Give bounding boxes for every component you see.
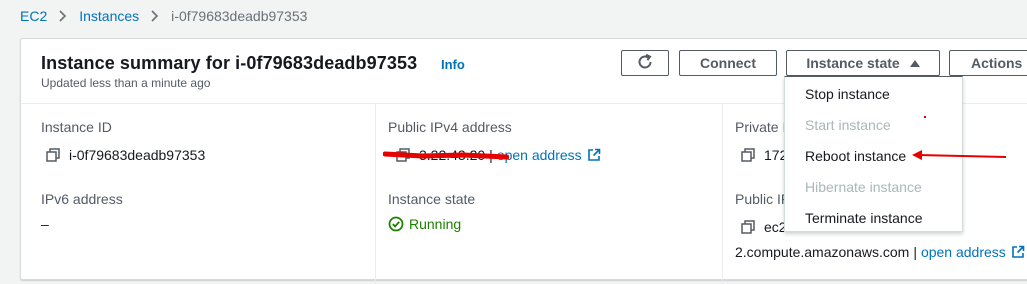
instance-id-label: Instance ID: [41, 119, 112, 135]
public-dns-label: Public IF: [735, 191, 790, 207]
chevron-right-icon: [151, 10, 159, 22]
copy-icon[interactable]: [741, 220, 755, 234]
updated-text: Updated less than a minute ago: [41, 76, 211, 90]
menu-item-terminate-instance[interactable]: Terminate instance: [805, 210, 923, 226]
page-title: Instance summary for i-0f79683deadb97353: [41, 53, 418, 73]
column-divider: [722, 104, 723, 284]
instance-state-button[interactable]: Instance state: [786, 50, 940, 76]
public-ipv4-label: Public IPv4 address: [388, 119, 512, 135]
open-address-link[interactable]: open address: [497, 147, 582, 163]
annotation-dot: [924, 116, 926, 118]
external-link-icon: [1011, 245, 1025, 259]
menu-item-stop-instance[interactable]: Stop instance: [805, 86, 890, 102]
private-ipv4-label: Private I: [735, 119, 787, 135]
copy-icon[interactable]: [46, 148, 60, 162]
instance-state-value: Running: [388, 216, 461, 232]
connect-button[interactable]: Connect: [679, 50, 777, 76]
breadcrumb-current: i-0f79683deadb97353: [171, 8, 308, 24]
public-dns-value: ec2: [741, 219, 787, 235]
copy-icon[interactable]: [741, 148, 755, 162]
menu-item-hibernate-instance: Hibernate instance: [805, 179, 922, 195]
instance-id-value: i-0f79683deadb97353: [46, 147, 205, 163]
menu-item-reboot-instance[interactable]: Reboot instance: [805, 148, 906, 164]
public-dns-tail: 2.compute.amazonaws.com | open address: [735, 244, 1025, 260]
caret-up-icon: [909, 59, 920, 67]
refresh-button[interactable]: [621, 50, 669, 76]
instance-state-label: Instance state: [388, 191, 476, 207]
chevron-right-icon: [59, 10, 67, 22]
actions-button[interactable]: Actions: [949, 50, 1027, 76]
refresh-icon: [636, 53, 654, 74]
open-address-link[interactable]: open address: [921, 244, 1006, 260]
redaction-mark: [383, 151, 509, 160]
menu-item-start-instance: Start instance: [805, 117, 891, 133]
private-ipv4-value: 172: [741, 147, 787, 163]
breadcrumb-ec2-link[interactable]: EC2: [20, 8, 47, 24]
breadcrumb-instances-link[interactable]: Instances: [79, 8, 139, 24]
info-link[interactable]: Info: [441, 57, 465, 72]
ipv6-value: –: [41, 216, 49, 232]
breadcrumb: EC2 Instances i-0f79683deadb97353: [20, 6, 307, 26]
external-link-icon: [587, 148, 601, 162]
column-divider: [375, 104, 376, 284]
status-ok-icon: [388, 216, 404, 232]
annotation-arrow: [912, 150, 1007, 160]
ipv6-label: IPv6 address: [41, 191, 123, 207]
